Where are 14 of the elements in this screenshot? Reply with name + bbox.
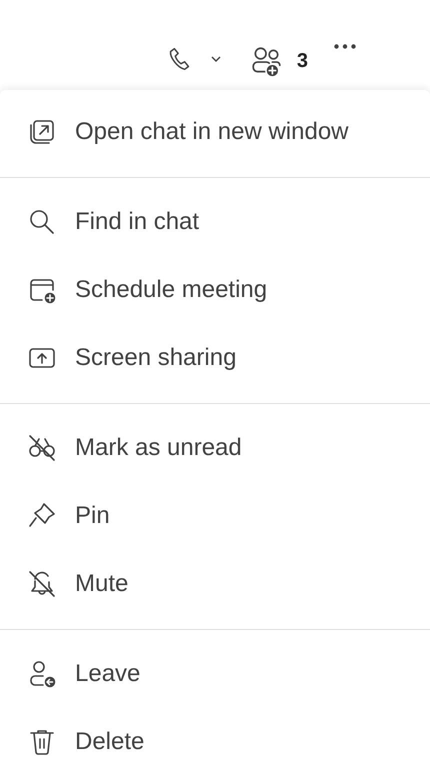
menu-item[interactable]: Screen sharing <box>0 324 430 392</box>
menu-item[interactable]: Delete <box>0 708 430 776</box>
more-options-button[interactable] <box>334 44 356 49</box>
menu-item[interactable]: Schedule meeting <box>0 256 430 324</box>
participant-count: 3 <box>296 50 308 72</box>
menu-item[interactable]: Leave <box>0 640 430 708</box>
glasses-off-icon <box>26 432 58 464</box>
menu-item[interactable]: Pin <box>0 482 430 550</box>
participants-button[interactable]: 3 <box>248 44 308 78</box>
menu-item[interactable]: Open chat in new window <box>0 98 430 166</box>
menu-item[interactable]: Find in chat <box>0 188 430 256</box>
menu-item[interactable]: Mute <box>0 550 430 618</box>
more-icon <box>334 44 356 49</box>
menu-item[interactable]: Mark as unread <box>0 414 430 482</box>
